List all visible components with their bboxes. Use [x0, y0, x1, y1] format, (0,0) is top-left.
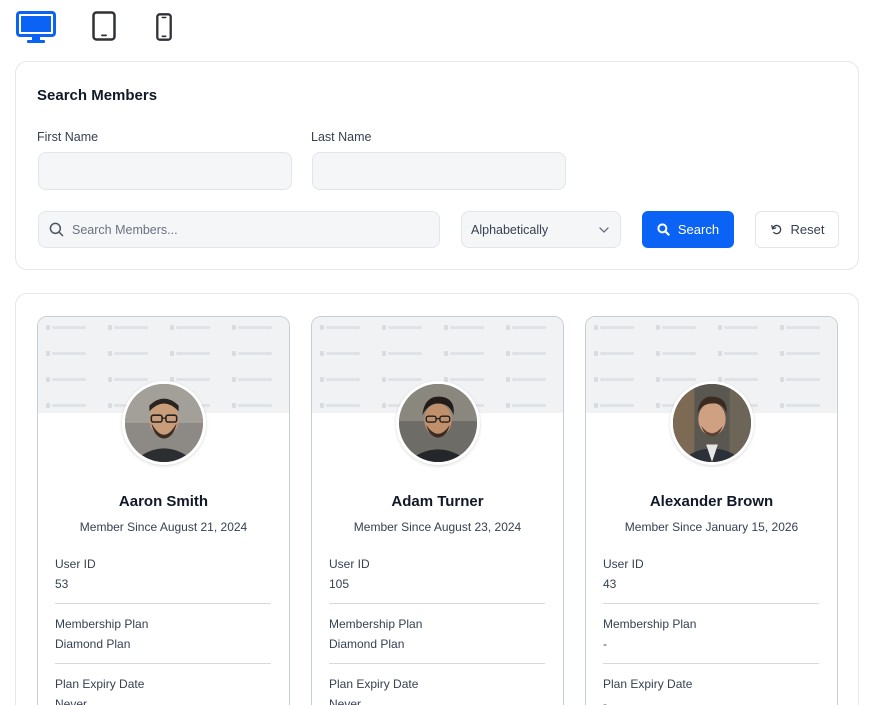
member-card[interactable]: Adam Turner Member Since August 23, 2024…	[311, 316, 564, 705]
tablet-icon[interactable]	[92, 11, 116, 41]
first-name-input[interactable]	[38, 152, 292, 190]
search-members-field[interactable]	[38, 211, 440, 248]
membership-plan-label: Membership Plan	[603, 617, 697, 631]
plan-expiry-field: Plan Expiry Date -	[603, 677, 819, 705]
user-id-value: 53	[55, 577, 69, 591]
plan-expiry-value: Never	[55, 697, 88, 705]
sort-order-select[interactable]: Alphabetically	[461, 211, 621, 248]
user-id-label: User ID	[603, 557, 644, 571]
member-card[interactable]: Aaron Smith Member Since August 21, 2024…	[37, 316, 290, 705]
sort-selected-value: Alphabetically	[471, 222, 549, 237]
member-name: Alexander Brown	[649, 493, 774, 510]
member-since: Member Since January 15, 2026	[624, 520, 799, 534]
desktop-icon[interactable]	[16, 11, 56, 45]
reset-icon	[770, 224, 781, 235]
phone-icon[interactable]	[156, 13, 172, 41]
reset-button[interactable]: Reset	[755, 211, 839, 248]
search-icon	[657, 223, 670, 236]
reset-button-label: Reset	[790, 222, 825, 237]
membership-plan-value: Diamond Plan	[329, 637, 405, 651]
last-name-input[interactable]	[312, 152, 566, 190]
divider	[329, 663, 545, 664]
member-name: Aaron Smith	[118, 493, 209, 510]
user-id-field: User ID 43	[603, 557, 819, 591]
chevron-down-icon	[599, 226, 609, 233]
avatar	[121, 381, 206, 465]
last-name-label: Last Name	[311, 130, 372, 144]
divider	[329, 603, 545, 604]
member-card[interactable]: Alexander Brown Member Since January 15,…	[585, 316, 838, 705]
plan-expiry-label: Plan Expiry Date	[55, 677, 145, 691]
plan-expiry-label: Plan Expiry Date	[603, 677, 693, 691]
divider	[55, 603, 271, 604]
divider	[55, 663, 271, 664]
members-results-panel: Aaron Smith Member Since August 21, 2024…	[15, 293, 859, 705]
plan-expiry-value: Never	[329, 697, 362, 705]
user-id-field: User ID 105	[329, 557, 545, 591]
device-preview-toggle	[14, 8, 214, 48]
member-since: Member Since August 23, 2024	[353, 520, 522, 534]
search-button[interactable]: Search	[642, 211, 734, 248]
plan-expiry-field: Plan Expiry Date Never	[329, 677, 545, 705]
plan-expiry-label: Plan Expiry Date	[329, 677, 419, 691]
user-id-field: User ID 53	[55, 557, 271, 591]
divider	[603, 603, 819, 604]
avatar	[669, 381, 754, 465]
member-name: Adam Turner	[391, 493, 484, 510]
search-members-panel: Search Members First Name Last Name Alph…	[15, 61, 859, 270]
avatar	[395, 381, 480, 465]
panel-title: Search Members	[37, 87, 158, 104]
user-id-value: 43	[603, 577, 617, 591]
user-id-value: 105	[329, 577, 350, 591]
plan-expiry-field: Plan Expiry Date Never	[55, 677, 271, 705]
membership-plan-field: Membership Plan Diamond Plan	[55, 617, 271, 651]
membership-plan-value: Diamond Plan	[55, 637, 131, 651]
divider	[603, 663, 819, 664]
membership-plan-value: -	[603, 637, 607, 651]
user-id-label: User ID	[329, 557, 370, 571]
membership-plan-field: Membership Plan Diamond Plan	[329, 617, 545, 651]
search-members-input[interactable]	[72, 222, 432, 237]
plan-expiry-value: -	[603, 697, 607, 705]
user-id-label: User ID	[55, 557, 96, 571]
membership-plan-label: Membership Plan	[55, 617, 149, 631]
membership-plan-label: Membership Plan	[329, 617, 423, 631]
search-icon	[49, 222, 64, 237]
member-since: Member Since August 21, 2024	[79, 520, 248, 534]
search-button-label: Search	[677, 222, 720, 237]
membership-plan-field: Membership Plan -	[603, 617, 819, 651]
first-name-label: First Name	[37, 130, 99, 144]
